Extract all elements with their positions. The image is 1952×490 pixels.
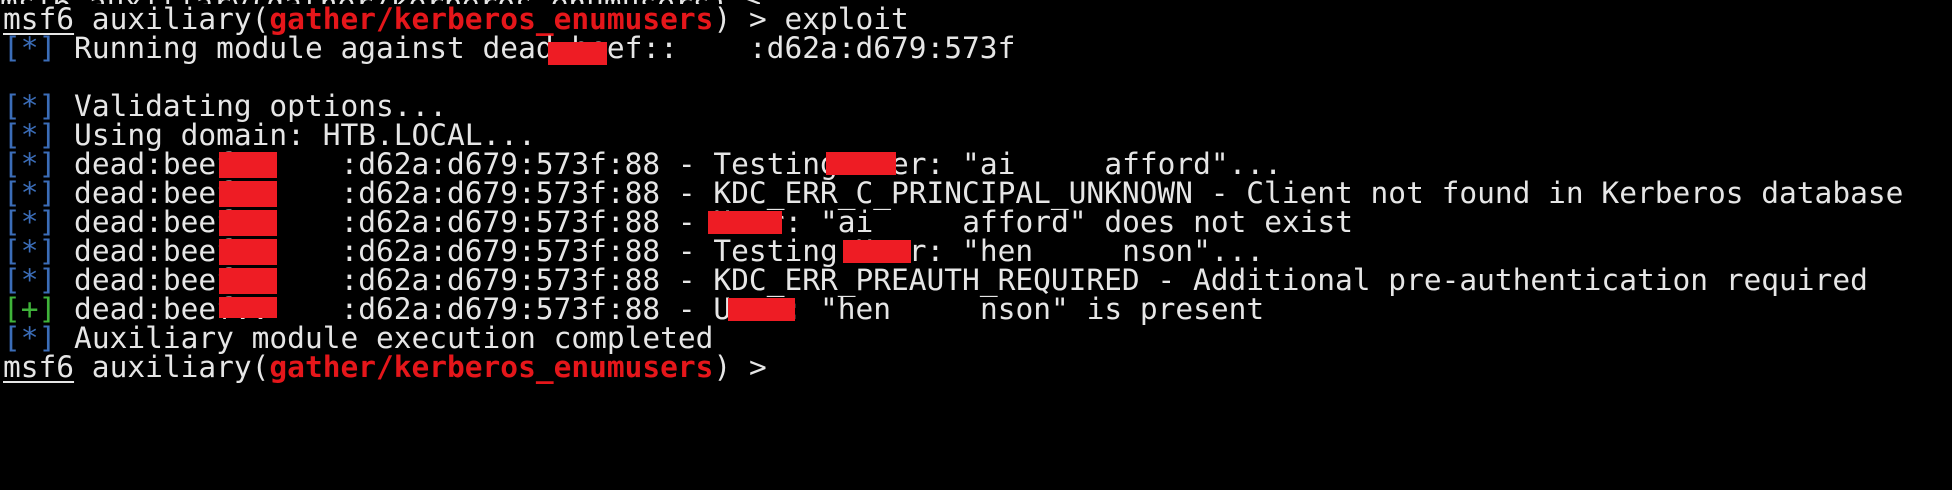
redaction-box <box>219 297 277 318</box>
prompt-open: auxiliary( <box>74 350 270 384</box>
redaction-box <box>826 152 896 175</box>
output-text: nson" is present <box>980 292 1265 326</box>
prompt-name: msf6 <box>3 350 75 384</box>
redaction-box <box>548 42 607 65</box>
redaction-box <box>219 239 277 265</box>
redaction-box <box>219 181 277 207</box>
output-text: :d62a:d679:573f <box>748 31 1016 65</box>
module-name: gather/kerberos_enumusers <box>269 350 714 384</box>
output-line-running: [*] Running module against dead:beef:::d… <box>3 30 1015 66</box>
redaction-box <box>219 268 277 294</box>
redaction-box <box>708 211 782 234</box>
redaction-box <box>219 152 277 178</box>
redaction-box <box>728 298 795 321</box>
terminal-window[interactable]: msf6 auxiliary(gather/kerberos_enumusers… <box>0 0 1952 490</box>
info-tag: [*] <box>3 31 57 65</box>
redaction-box <box>219 210 277 236</box>
redaction-box <box>843 240 911 263</box>
prompt-caret: ) > <box>713 350 767 384</box>
prompt-line-idle[interactable]: msf6 auxiliary(gather/kerberos_enumusers… <box>3 349 767 385</box>
